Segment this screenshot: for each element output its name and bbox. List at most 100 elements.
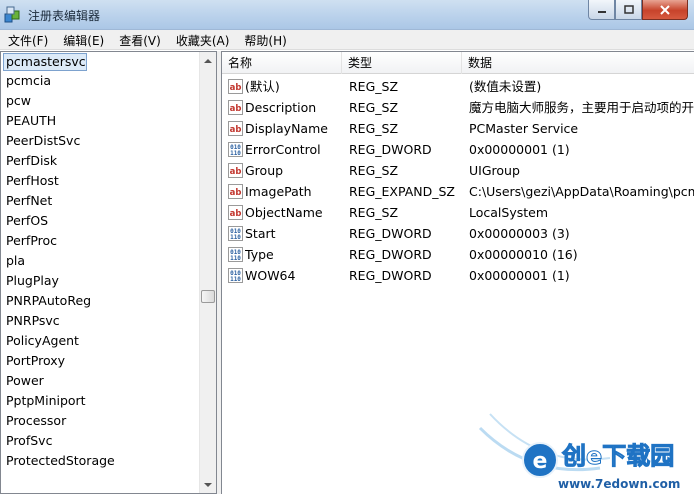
value-name: (默认) xyxy=(245,79,280,94)
value-row[interactable]: 010 110 Type REG_DWORD 0x00000010 (16) xyxy=(222,244,694,265)
tree-item[interactable]: PlugPlay xyxy=(1,271,198,291)
value-type: REG_DWORD xyxy=(349,247,432,262)
value-name: Start xyxy=(245,226,276,241)
value-type: REG_SZ xyxy=(349,100,399,115)
value-data: 魔方电脑大师服务，主要用于启动项的开机 xyxy=(469,100,694,115)
column-header-type[interactable]: 类型 xyxy=(342,52,462,74)
menu-view[interactable]: 查看(V) xyxy=(111,30,168,49)
string-value-icon: ab xyxy=(228,100,243,115)
value-rows: ab (默认) REG_SZ (数值未设置) ab Description REG_SZ 魔方… xyxy=(222,76,694,286)
value-row[interactable]: ab (默认) REG_SZ (数值未设置) xyxy=(222,76,694,97)
tree-item[interactable]: PerfProc xyxy=(1,231,198,251)
tree-item[interactable]: PerfNet xyxy=(1,191,198,211)
value-name: DisplayName xyxy=(245,121,328,136)
tree-item[interactable]: pla xyxy=(1,251,198,271)
tree-item[interactable]: PNRPAutoReg xyxy=(1,291,198,311)
regedit-app-icon xyxy=(4,6,20,23)
value-data: PCMaster Service xyxy=(469,121,579,136)
value-data: 0x00000010 (16) xyxy=(469,247,578,262)
window-controls xyxy=(588,0,688,22)
value-type: REG_DWORD xyxy=(349,226,432,241)
watermark-url: www.7edown.com xyxy=(558,477,680,491)
tree-item[interactable]: ProtectedStorage xyxy=(1,451,198,471)
value-row[interactable]: ab Group REG_SZ UIGroup xyxy=(222,160,694,181)
scroll-down-button[interactable] xyxy=(200,476,216,493)
close-icon xyxy=(660,4,670,15)
value-name: ErrorControl xyxy=(245,142,321,157)
string-value-icon: ab xyxy=(228,205,243,220)
tree-item[interactable]: PortProxy xyxy=(1,351,198,371)
menu-bar: 文件(F) 编辑(E) 查看(V) 收藏夹(A) 帮助(H) xyxy=(0,30,694,50)
tree-item[interactable]: pcmcia xyxy=(1,71,198,91)
value-row[interactable]: 010 110 Start REG_DWORD 0x00000003 (3) xyxy=(222,223,694,244)
value-row[interactable]: ab Description REG_SZ 魔方电脑大师服务，主要用于启动项的开机 xyxy=(222,97,694,118)
scroll-up-button[interactable] xyxy=(200,52,216,69)
svg-text:110: 110 xyxy=(230,150,241,157)
tree-item[interactable]: Processor xyxy=(1,411,198,431)
close-button[interactable] xyxy=(642,0,688,20)
tree-item[interactable]: PolicyAgent xyxy=(1,331,198,351)
column-header-row: 名称 类型 数据 xyxy=(222,52,694,74)
value-name: Group xyxy=(245,163,284,178)
tree-item-selected[interactable]: pcmastersvc xyxy=(3,53,87,71)
binary-value-icon: 010 110 xyxy=(228,247,243,262)
value-name: WOW64 xyxy=(245,268,296,283)
tree-item[interactable]: PptpMiniport xyxy=(1,391,198,411)
value-name: Description xyxy=(245,100,317,115)
value-type: REG_SZ xyxy=(349,121,399,136)
value-row[interactable]: 010 110 WOW64 REG_DWORD 0x00000001 (1) xyxy=(222,265,694,286)
value-row[interactable]: ab DisplayName REG_SZ PCMaster Service xyxy=(222,118,694,139)
tree-scrollbar[interactable] xyxy=(199,52,216,493)
site-watermark-logo: e 创e下载园 www.7edown.com xyxy=(478,413,680,491)
tree-item[interactable]: PerfHost xyxy=(1,171,198,191)
value-row[interactable]: ab ObjectName REG_SZ LocalSystem xyxy=(222,202,694,223)
column-header-name[interactable]: 名称 xyxy=(222,52,342,74)
tree-item[interactable]: ProfSvc xyxy=(1,431,198,451)
tree-item[interactable]: PNRPsvc xyxy=(1,311,198,331)
value-row[interactable]: 010 110 ErrorControl REG_DWORD 0x00000001 (1… xyxy=(222,139,694,160)
svg-text:e: e xyxy=(533,449,548,474)
svg-text:ab: ab xyxy=(230,125,242,135)
string-value-icon: ab xyxy=(228,184,243,199)
value-data: 0x00000001 (1) xyxy=(469,142,570,157)
string-value-icon: ab xyxy=(228,163,243,178)
binary-value-icon: 010 110 xyxy=(228,268,243,283)
svg-text:110: 110 xyxy=(230,255,241,262)
tree-item[interactable]: PeerDistSvc xyxy=(1,131,198,151)
svg-text:ab: ab xyxy=(230,167,242,177)
tree-list: pcmastersvc pcmcia pcw PEAUTH PeerDistSv… xyxy=(1,52,198,471)
window-title: 注册表编辑器 xyxy=(28,9,101,23)
registry-key-tree: pcmastersvc pcmcia pcw PEAUTH PeerDistSv… xyxy=(0,51,217,494)
menu-edit[interactable]: 编辑(E) xyxy=(55,30,111,49)
value-type: REG_SZ xyxy=(349,205,399,220)
string-value-icon: ab xyxy=(228,79,243,94)
value-data: C:\Users\gezi\AppData\Roaming\pcma xyxy=(469,184,694,199)
scroll-down-icon xyxy=(204,482,212,487)
tree-item[interactable]: pcw xyxy=(1,91,198,111)
value-type: REG_DWORD xyxy=(349,142,432,157)
menu-help[interactable]: 帮助(H) xyxy=(236,30,293,49)
tree-item[interactable]: PerfDisk xyxy=(1,151,198,171)
value-row[interactable]: ab ImagePath REG_EXPAND_SZ C:\Users\gezi\Ap… xyxy=(222,181,694,202)
minimize-icon xyxy=(597,10,606,13)
tree-item[interactable]: PEAUTH xyxy=(1,111,198,131)
minimize-button[interactable] xyxy=(588,0,615,20)
tree-item[interactable]: PerfOS xyxy=(1,211,198,231)
menu-favorites[interactable]: 收藏夹(A) xyxy=(168,30,237,49)
menu-file[interactable]: 文件(F) xyxy=(0,30,55,49)
value-name: ImagePath xyxy=(245,184,312,199)
title-bar: 注册表编辑器 xyxy=(0,0,694,30)
tree-item[interactable]: Power xyxy=(1,371,198,391)
maximize-button[interactable] xyxy=(615,0,642,20)
scroll-up-icon xyxy=(204,58,212,63)
value-type: REG_EXPAND_SZ xyxy=(349,184,455,199)
svg-text:ab: ab xyxy=(230,104,242,114)
value-name: ObjectName xyxy=(245,205,323,220)
scroll-thumb[interactable] xyxy=(201,290,215,303)
column-header-data[interactable]: 数据 xyxy=(462,52,694,74)
value-data: 0x00000001 (1) xyxy=(469,268,570,283)
maximize-icon xyxy=(623,4,634,14)
value-data: UIGroup xyxy=(469,163,520,178)
svg-text:ab: ab xyxy=(230,209,242,219)
watermark-brand: 创e下载园 xyxy=(561,442,674,470)
